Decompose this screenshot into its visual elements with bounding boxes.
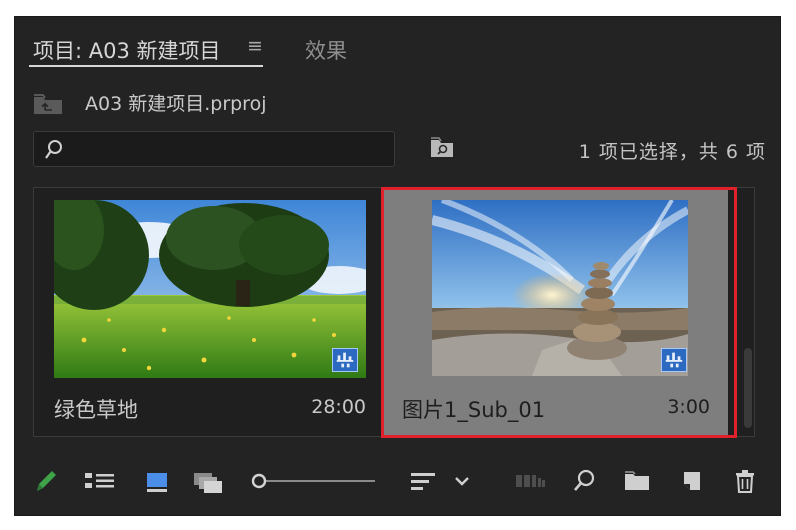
pencil-icon[interactable] — [33, 467, 59, 495]
new-bin-icon[interactable] — [623, 467, 651, 495]
automate-sequence-icon[interactable] — [513, 467, 547, 495]
new-item-icon[interactable] — [679, 467, 705, 495]
bottom-toolbar — [15, 457, 780, 507]
search-input[interactable] — [33, 131, 395, 167]
clip-name: 图片1_Sub_01 — [402, 398, 546, 422]
find-in-bin-icon[interactable] — [429, 135, 455, 159]
zoom-slider[interactable] — [251, 471, 377, 491]
panel-menu-icon[interactable]: ≡ — [247, 35, 263, 57]
clip-duration: 28:00 — [311, 396, 366, 418]
bin-content-area: 绿色草地 28:00 图片1_Sub_01 3:00 — [33, 187, 755, 438]
vertical-scrollbar[interactable] — [744, 348, 752, 428]
tab-project[interactable]: 项目: A03 新建项目 — [33, 35, 221, 65]
freeform-view-icon[interactable] — [191, 467, 227, 495]
clip-thumbnail — [432, 200, 688, 376]
tab-effects[interactable]: 效果 — [305, 35, 347, 65]
list-view-icon[interactable] — [83, 467, 117, 495]
clip-duration: 3:00 — [667, 396, 710, 418]
still-image-badge-icon — [661, 348, 687, 372]
clip-item[interactable]: 绿色草地 28:00 — [52, 198, 368, 433]
trash-icon[interactable] — [733, 467, 757, 495]
folder-up-icon[interactable] — [33, 93, 63, 115]
project-file-name: A03 新建项目.prproj — [85, 93, 267, 115]
selection-status: 1 项已选择，共 6 项 — [578, 141, 766, 163]
clip-thumbnail — [54, 200, 366, 378]
project-path-row: A03 新建项目.prproj — [29, 87, 429, 117]
search-icon — [45, 140, 62, 159]
active-tab-indicator — [29, 65, 263, 67]
panel-tabs: 项目: A03 新建项目 ≡ 效果 — [15, 17, 780, 69]
chevron-down-icon[interactable] — [453, 467, 471, 495]
clip-item-selected[interactable]: 图片1_Sub_01 3:00 — [384, 188, 728, 438]
project-panel: 项目: A03 新建项目 ≡ 效果 A03 新建项目.prproj 1 项已选择… — [14, 16, 781, 516]
sort-icon[interactable] — [409, 467, 437, 495]
still-image-badge-icon — [332, 348, 358, 372]
icon-view-icon[interactable] — [145, 467, 169, 495]
find-icon[interactable] — [571, 467, 597, 495]
clip-name: 绿色草地 — [54, 398, 138, 422]
